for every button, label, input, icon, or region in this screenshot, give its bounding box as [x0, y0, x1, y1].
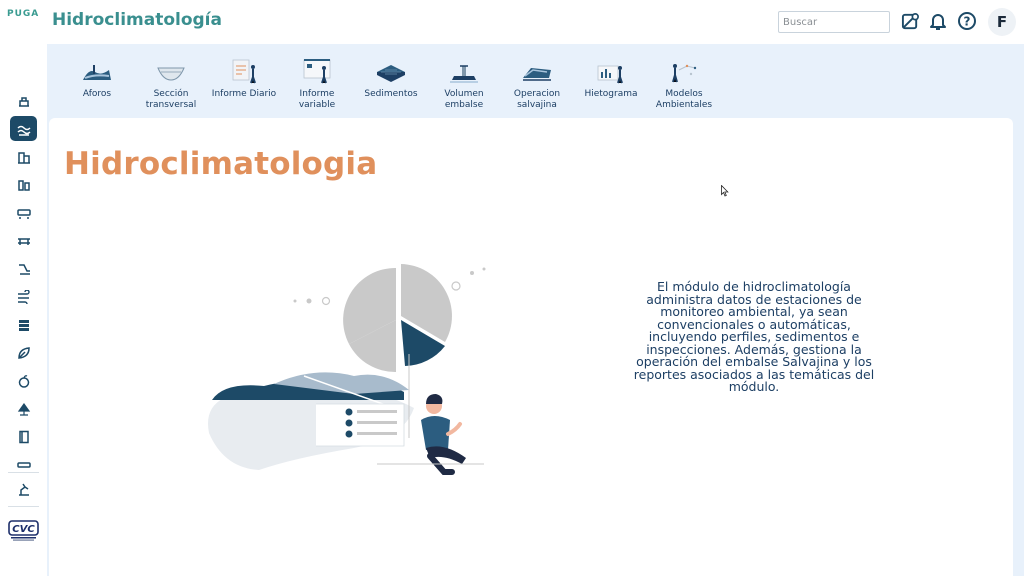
sidebar-item-crane[interactable] [10, 476, 37, 501]
dam-icon [18, 96, 29, 107]
sidebar-item-bridge[interactable] [10, 228, 37, 253]
wind-icon [17, 289, 30, 304]
tank-icon [17, 179, 30, 191]
module-label: Operacion salvajina [513, 89, 561, 110]
top-bar: PUGA Hidroclimatología ? F [0, 0, 1024, 44]
module-label: Modelos Ambientales [655, 89, 713, 110]
sidebar-item-tank[interactable] [10, 172, 37, 197]
hydroclimatology-illustration [204, 258, 504, 488]
sediments-icon [356, 58, 426, 84]
app-title: Hidroclimatología [52, 10, 222, 30]
sidebar-item-leaf[interactable] [10, 340, 37, 365]
salvajina-icon [502, 58, 572, 84]
sidebar-item-river[interactable] [10, 256, 37, 281]
module-hietograma[interactable]: Hietograma [576, 58, 646, 100]
section-icon [136, 58, 206, 84]
module-aforos[interactable]: Aforos [62, 58, 132, 100]
crane-icon [18, 483, 29, 496]
module-seccion-transversal[interactable]: Sección transversal [136, 58, 206, 111]
bus-icon [16, 461, 31, 468]
module-modelos-ambientales[interactable]: Modelos Ambientales [649, 58, 719, 111]
svg-text:CVC: CVC [12, 524, 35, 535]
module-informe-variable[interactable]: Informe variable [282, 58, 352, 111]
river-icon [18, 263, 30, 275]
bridge-icon [17, 237, 30, 245]
book-icon [18, 430, 29, 443]
module-label: Volumen embalse [444, 89, 484, 110]
main-card: Hidroclimatologia El módulo de hidroclim… [49, 118, 1013, 576]
building-icon [17, 151, 30, 164]
user-avatar[interactable]: F [988, 8, 1016, 36]
sidebar-item-bus[interactable] [10, 452, 37, 477]
module-label: Informe Diario [211, 89, 277, 99]
reservoir-volume-icon [429, 58, 499, 84]
module-informe-diario[interactable]: Informe Diario [209, 58, 279, 100]
sidebar-item-dam[interactable] [10, 88, 37, 113]
water-icon [16, 125, 31, 136]
sidebar-item-wind[interactable] [10, 284, 37, 309]
module-label: Informe variable [298, 89, 336, 110]
sidebar-item-apple[interactable] [10, 368, 37, 393]
module-description: El módulo de hidroclimatología administr… [633, 279, 875, 394]
sidebar-item-hidroclimatologia[interactable] [10, 116, 37, 141]
svg-text:?: ? [964, 15, 971, 29]
tree-icon [17, 402, 30, 416]
sidebar: CVC [0, 44, 47, 576]
rail-icon [16, 208, 31, 219]
module-sedimentos[interactable]: Sedimentos [356, 58, 426, 100]
sidebar-item-tree[interactable] [10, 396, 37, 421]
sidebar-divider [8, 472, 39, 473]
map-alert-icon[interactable] [900, 11, 920, 31]
aforos-icon [62, 58, 132, 84]
leaf-icon [17, 346, 30, 359]
help-icon[interactable]: ? [957, 11, 977, 31]
sidebar-divider [8, 506, 39, 507]
module-operacion-salvajina[interactable]: Operacion salvajina [502, 58, 572, 111]
page-title: Hidroclimatologia [64, 146, 378, 182]
app-logo[interactable]: PUGA [7, 9, 39, 19]
search-input[interactable] [778, 11, 890, 33]
sidebar-item-building[interactable] [10, 144, 37, 169]
daily-report-icon [209, 58, 279, 84]
hietogram-icon [576, 58, 646, 84]
module-label: Sedimentos [364, 89, 418, 99]
sidebar-item-rail[interactable] [10, 200, 37, 225]
module-label: Hietograma [584, 89, 638, 99]
module-label: Sección transversal [145, 89, 197, 110]
module-label: Aforos [82, 89, 112, 99]
variable-report-icon [282, 58, 352, 84]
module-volumen-embalse[interactable]: Volumen embalse [429, 58, 499, 111]
apple-icon [18, 374, 29, 388]
layers-icon [18, 319, 29, 331]
bell-icon[interactable] [928, 11, 948, 31]
env-models-icon [649, 58, 719, 84]
cvc-logo: CVC [8, 520, 39, 542]
sidebar-item-book[interactable] [10, 424, 37, 449]
sidebar-item-layers[interactable] [10, 312, 37, 337]
mouse-pointer-icon [721, 182, 729, 201]
